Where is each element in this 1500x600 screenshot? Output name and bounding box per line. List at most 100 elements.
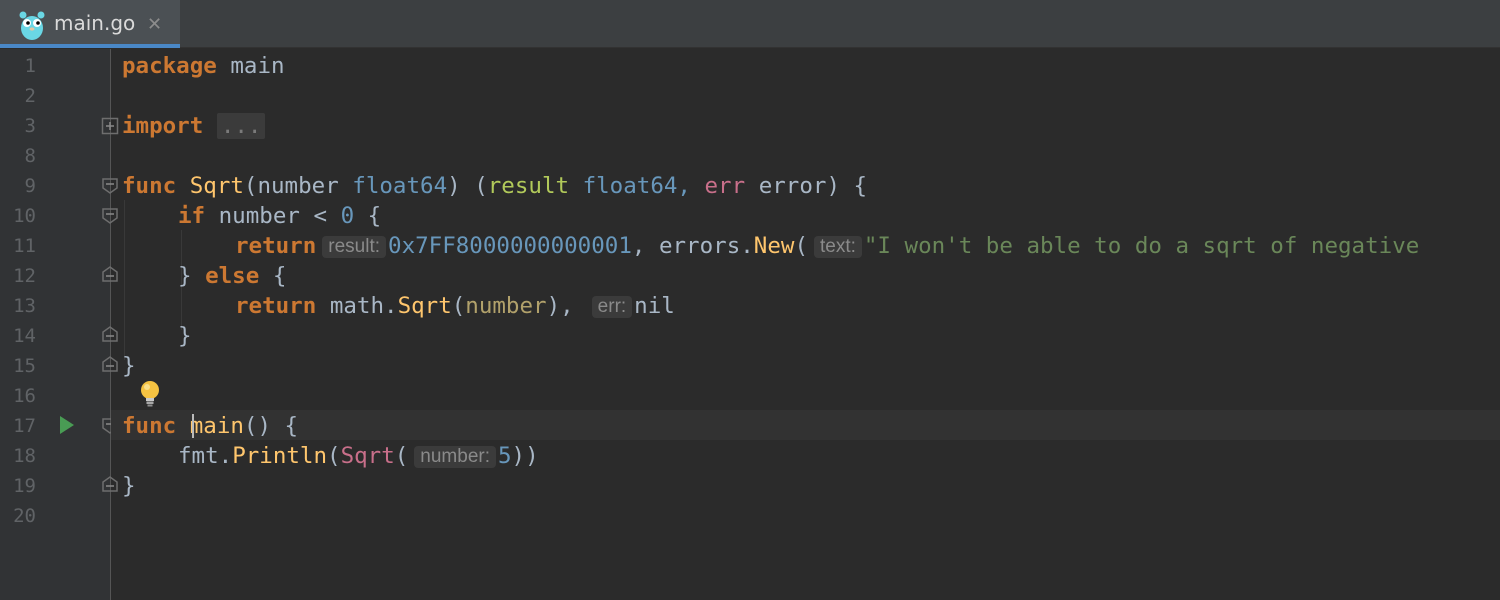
current-line-highlight [111, 410, 1500, 440]
argument: number [465, 293, 547, 319]
code-line[interactable]: } [122, 471, 136, 501]
text-caret [192, 414, 194, 438]
package-name: main [230, 53, 285, 79]
punct: ) { [826, 173, 868, 199]
editor-window: main.go ✕ 1 2 3 8 9 10 11 12 13 14 15 16… [0, 0, 1500, 600]
punct: { [354, 203, 382, 229]
tab-active-indicator [0, 44, 180, 48]
type-name: float64, [582, 173, 691, 199]
string-literal: "I won't be able to do a sqrt of negativ… [863, 233, 1420, 259]
number-literal: 0x7FF8000000000001 [388, 233, 632, 259]
function-call: Println [232, 443, 328, 469]
keyword: import [122, 113, 204, 139]
punct: )) [511, 443, 539, 469]
function-name: main [189, 413, 244, 439]
keyword: func [122, 413, 177, 439]
punct: ( [327, 443, 341, 469]
line-number: 20 [13, 505, 36, 527]
line-number: 8 [24, 145, 36, 167]
line-number: 18 [13, 445, 36, 467]
parameter-hint: number: [414, 446, 496, 468]
code-line[interactable]: import ... [122, 111, 266, 141]
punct: () { [243, 413, 299, 439]
result-name: result [487, 173, 570, 199]
package-ref: fmt. [178, 443, 233, 469]
keyword: else [205, 263, 260, 289]
keyword: if [178, 203, 206, 229]
tab-label: main.go [54, 11, 136, 35]
code-line[interactable]: func Sqrt(number float64) (result float6… [122, 171, 867, 201]
fold-end-icon[interactable] [101, 325, 119, 343]
run-icon[interactable] [60, 416, 74, 434]
code-line[interactable]: if number < 0 { [178, 201, 381, 231]
punct: ( [243, 173, 258, 199]
punct: } [178, 263, 206, 289]
punct: ) ( [447, 173, 488, 199]
code-line[interactable]: } [122, 351, 136, 381]
punct: ( [451, 293, 466, 319]
variable: number [218, 203, 300, 229]
punct: } [122, 353, 136, 379]
param-name: number [257, 173, 339, 199]
function-call: New [753, 233, 795, 259]
line-number: 10 [13, 205, 36, 227]
function-call: Sqrt [397, 293, 452, 319]
line-number: 19 [13, 475, 36, 497]
package-ref: errors. [658, 233, 754, 259]
punct: ( [794, 233, 808, 259]
fold-end-icon[interactable] [101, 475, 119, 493]
code-line[interactable]: return math.Sqrt(number), err: nil [235, 291, 675, 321]
line-number: 11 [13, 235, 36, 257]
code-line[interactable]: } [178, 321, 192, 351]
operator: < [299, 203, 341, 229]
type-name: float64 [352, 173, 448, 199]
tab-bar: main.go ✕ [0, 0, 1500, 48]
keyword: return [235, 293, 317, 319]
code-line[interactable]: package main [122, 51, 285, 81]
number-literal: 0 [340, 203, 355, 229]
code-line[interactable]: func main() { [122, 411, 298, 441]
parameter-hint: err: [591, 296, 633, 318]
line-number: 9 [24, 175, 36, 197]
function-call: Sqrt [340, 443, 395, 469]
punct: { [259, 263, 287, 289]
punct: } [122, 473, 136, 499]
close-icon[interactable]: ✕ [147, 14, 162, 35]
code-line[interactable]: } else { [178, 261, 286, 291]
package-ref: math. [329, 293, 398, 319]
function-name: Sqrt [189, 173, 244, 199]
line-number: 1 [24, 55, 36, 77]
keyword: return [235, 233, 317, 259]
line-number: 13 [13, 295, 36, 317]
punct: , [631, 233, 659, 259]
line-number: 3 [24, 115, 36, 137]
parameter-hint: text: [813, 236, 862, 258]
punct: } [178, 323, 192, 349]
parameter-hint: result: [322, 236, 387, 258]
fold-end-icon[interactable] [101, 355, 119, 373]
keyword: func [122, 173, 177, 199]
code-line[interactable]: fmt.Println(Sqrt(number: 5)) [178, 441, 539, 471]
code-line[interactable]: return result: 0x7FF8000000000001, errors.… [235, 231, 1419, 261]
line-number: 12 [13, 265, 36, 287]
line-number: 2 [24, 85, 36, 107]
gopher-icon [19, 11, 45, 40]
fold-end-icon[interactable] [101, 265, 119, 283]
punct: ), [546, 293, 574, 319]
type-name: error [758, 173, 827, 199]
folded-imports[interactable]: ... [216, 113, 266, 139]
line-number: 16 [13, 385, 36, 407]
err-name: err [704, 173, 746, 199]
line-number: 17 [13, 415, 36, 437]
indent-guide [124, 200, 125, 360]
line-number: 15 [13, 355, 36, 377]
tab-main-go[interactable]: main.go ✕ [0, 0, 180, 48]
line-number: 14 [13, 325, 36, 347]
keyword: package [122, 53, 217, 79]
nil-literal: nil [634, 293, 675, 319]
lightbulb-icon[interactable] [138, 379, 162, 409]
fold-collapse-icon[interactable] [101, 177, 119, 195]
fold-expand-icon[interactable] [101, 117, 119, 135]
fold-collapse-icon[interactable] [101, 207, 119, 225]
number-literal: 5 [498, 443, 512, 469]
